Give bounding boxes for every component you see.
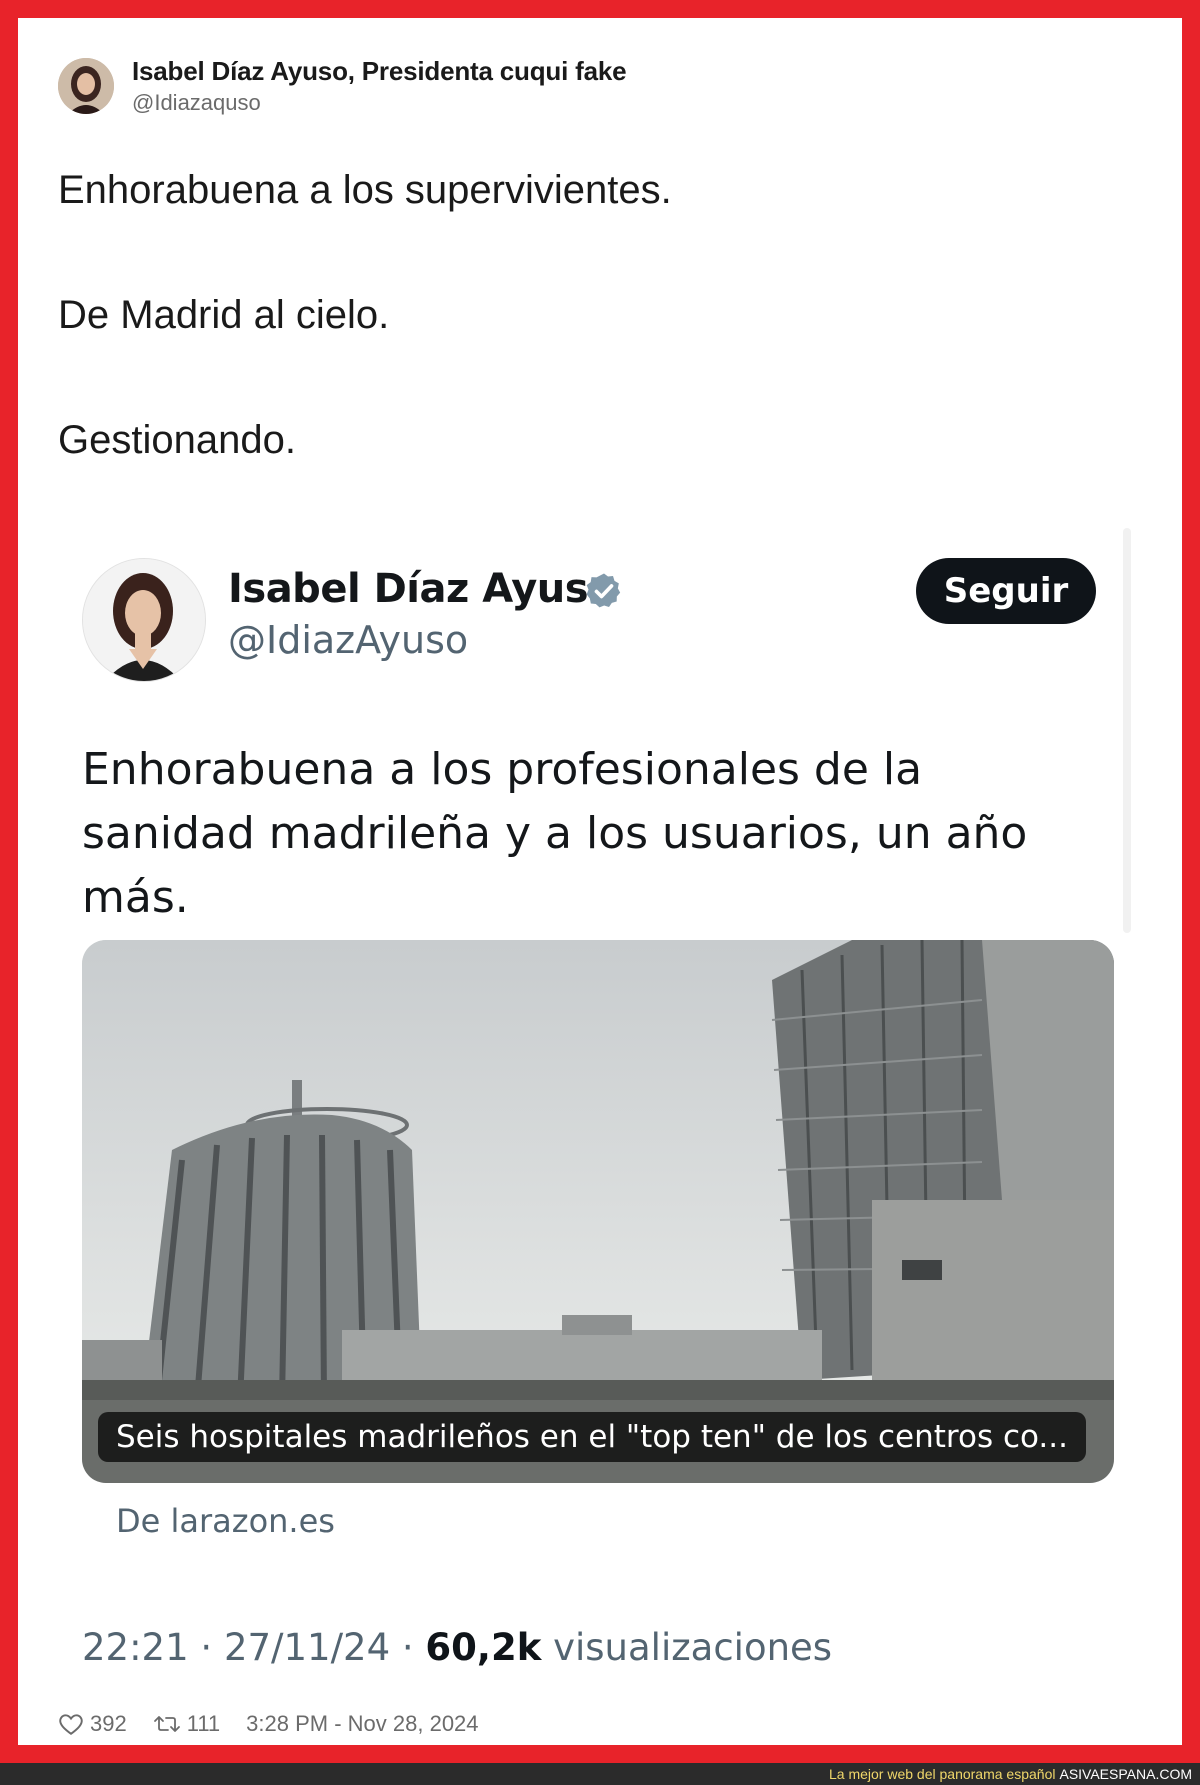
tweet-card: Isabel Díaz Ayuso, Presidenta cuqui fake…: [18, 18, 1182, 1745]
footer-tagline: La mejor web del panorama español: [829, 1766, 1056, 1782]
outer-tweet-line-2: De Madrid al cielo.: [58, 293, 390, 337]
quoted-tweet-text: Enhorabuena a los profesionales de la sa…: [82, 744, 1028, 923]
embed-scrollbar[interactable]: [1123, 528, 1131, 933]
outer-handle[interactable]: @Idiazaquso: [132, 90, 261, 116]
footer-site[interactable]: ASIVAESPANA.COM: [1059, 1766, 1192, 1782]
retweet-count: 111: [186, 1711, 221, 1736]
tweet-time[interactable]: 22:21: [82, 1626, 189, 1669]
link-card-caption: Seis hospitales madrileños en el "top te…: [98, 1412, 1086, 1462]
outer-timestamp[interactable]: 3:28 PM - Nov 28, 2024: [246, 1711, 478, 1737]
tweet-meta: 22:21 · 27/11/24 · 60,2k visualizaciones: [82, 1626, 833, 1669]
retweet-icon: [153, 1716, 180, 1732]
outer-display-name[interactable]: Isabel Díaz Ayuso, Presidenta cuqui fake: [132, 56, 627, 87]
verified-badge-icon: [586, 573, 621, 608]
tweet-date[interactable]: 27/11/24: [224, 1626, 390, 1669]
outer-tweet-line-3: Gestionando.: [58, 418, 296, 462]
link-source[interactable]: De larazon.es: [116, 1502, 335, 1540]
quoted-avatar[interactable]: [82, 558, 206, 682]
retweet-stat[interactable]: 111: [153, 1711, 220, 1737]
views-count: 60,2k: [425, 1626, 542, 1669]
follow-button[interactable]: Seguir: [916, 558, 1096, 624]
quoted-display-name[interactable]: Isabel Díaz Ayuso: [228, 566, 616, 612]
heart-icon: [59, 1714, 83, 1735]
like-count: 392: [90, 1711, 127, 1736]
views-label: visualizaciones: [553, 1626, 833, 1669]
hospital-photo: [82, 940, 1114, 1483]
outer-tweet-line-1: Enhorabuena a los supervivientes.: [58, 168, 672, 212]
outer-avatar[interactable]: [58, 58, 114, 114]
link-card-image[interactable]: Seis hospitales madrileños en el "top te…: [82, 940, 1114, 1483]
quoted-handle[interactable]: @IdiazAyuso: [228, 618, 468, 662]
site-footer: La mejor web del panorama español ASIVAES…: [0, 1763, 1200, 1785]
like-stat[interactable]: 392: [58, 1711, 127, 1737]
outer-stats: 392 111 3:28 PM - Nov 28, 2024: [58, 1708, 505, 1740]
